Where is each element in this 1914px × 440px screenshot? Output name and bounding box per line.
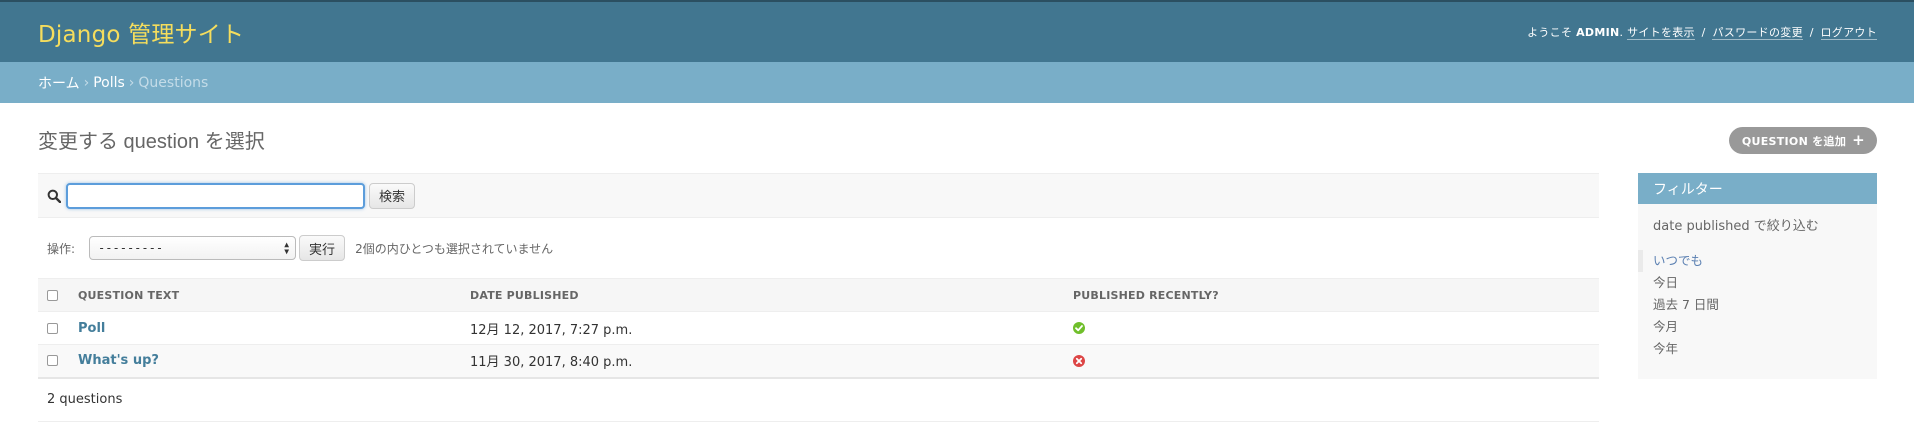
plus-icon: + [1852,131,1865,149]
change-password-link[interactable]: パスワードの変更 [1712,26,1803,40]
result-count: 2 questions [47,392,123,407]
row-checkbox[interactable] [47,322,58,334]
table-header-row: QUESTION TEXT DATE PUBLISHED PUBLISHED R… [38,278,1599,312]
breadcrumb-current: Questions [138,74,209,91]
filter-option-label: 今日 [1653,275,1679,290]
actions-bar: 操作: --------- ▲ ▼ 実行 2個の内ひとつも選択されていません [38,218,1599,278]
breadcrumb-separator: › [128,74,135,91]
changelist: 検索 操作: --------- ▲ ▼ 実行 2個の内ひとつも選択されていません… [38,173,1599,422]
add-question-button[interactable]: QUESTION を追加 + [1728,127,1877,154]
select-all-cell [38,278,78,312]
date-published-cell: 11月 30, 2017, 8:40 p.m. [470,344,1073,379]
filter-option-this-year[interactable]: 今年 [1638,338,1877,360]
filter-option-label: いつでも [1653,253,1704,268]
breadcrumb-separator: › [83,74,90,91]
result-table: QUESTION TEXT DATE PUBLISHED PUBLISHED R… [38,278,1599,379]
paginator: 2 questions [38,379,1599,422]
no-icon [1073,354,1085,367]
filter-option-label: 今月 [1653,319,1679,334]
action-selected-option: --------- [98,241,164,255]
filter-panel: フィルター date published で絞り込む いつでも 今日 過去 7 … [1638,173,1877,379]
filter-option-today[interactable]: 今日 [1638,272,1877,294]
filter-option-any-date[interactable]: いつでも [1638,250,1877,272]
add-question-label: QUESTION を追加 [1741,134,1847,148]
view-site-link[interactable]: サイトを表示 [1627,26,1695,40]
question-text-cell: What's up? [78,344,470,379]
row-checkbox-cell [38,311,78,345]
page-title: 変更する question を選択 [38,131,265,153]
action-select[interactable]: --------- ▲ ▼ [89,236,297,260]
user-tools: ようこそ ADMIN. サイトを表示 / パスワードの変更 / ログアウト [1527,24,1877,40]
question-text-cell: Poll [78,311,470,345]
action-label: 操作: [47,241,76,256]
user-tools-separator: / [1809,26,1814,39]
search-input[interactable] [66,182,365,209]
filter-options: いつでも 今日 過去 7 日間 今月 今年 [1638,250,1877,360]
column-header-published-recently[interactable]: PUBLISHED RECENTLY? [1073,278,1599,312]
filter-title: フィルター [1638,173,1877,204]
published-recently-cell [1073,344,1599,379]
row-checkbox-cell [38,344,78,379]
search-toolbar: 検索 [38,173,1599,218]
search-button[interactable]: 検索 [369,182,416,209]
username-suffix: . [1619,26,1624,39]
table-row: What's up? 11月 30, 2017, 8:40 p.m. [38,344,1599,379]
username: ADMIN [1576,26,1620,39]
filter-option-past-7-days[interactable]: 過去 7 日間 [1638,294,1877,316]
date-published-cell: 12月 12, 2017, 7:27 p.m. [470,311,1073,345]
welcome-text: ようこそ [1527,26,1573,39]
column-header-question-text[interactable]: QUESTION TEXT [78,278,470,312]
select-arrows-icon: ▲ ▼ [284,240,290,256]
header: Django 管理サイト ようこそ ADMIN. サイトを表示 / パスワードの… [0,0,1914,62]
row-checkbox[interactable] [47,355,58,367]
breadcrumb: ホーム › Polls › Questions [0,62,1914,103]
action-counter: 2個の内ひとつも選択されていません [355,241,554,256]
question-link[interactable]: Poll [78,321,105,336]
filter-option-label: 今年 [1653,341,1679,356]
site-branding[interactable]: Django 管理サイト [38,15,244,49]
search-icon [47,189,61,203]
published-recently-cell [1073,311,1599,345]
column-header-date-published[interactable]: DATE PUBLISHED [470,278,1073,312]
table-row: Poll 12月 12, 2017, 7:27 p.m. [38,311,1599,345]
breadcrumb-polls-link[interactable]: Polls [93,75,125,91]
filter-subtitle: date published で絞り込む [1653,219,1819,234]
filter-option-label: 過去 7 日間 [1653,297,1719,312]
yes-icon [1073,322,1085,334]
user-tools-separator: / [1701,26,1706,39]
action-go-button[interactable]: 実行 [299,235,346,261]
question-link[interactable]: What's up? [78,353,159,368]
filter-option-this-month[interactable]: 今月 [1638,316,1877,338]
logout-link[interactable]: ログアウト [1820,26,1877,40]
select-all-checkbox[interactable] [47,290,58,301]
breadcrumb-home-link[interactable]: ホーム [38,73,80,93]
